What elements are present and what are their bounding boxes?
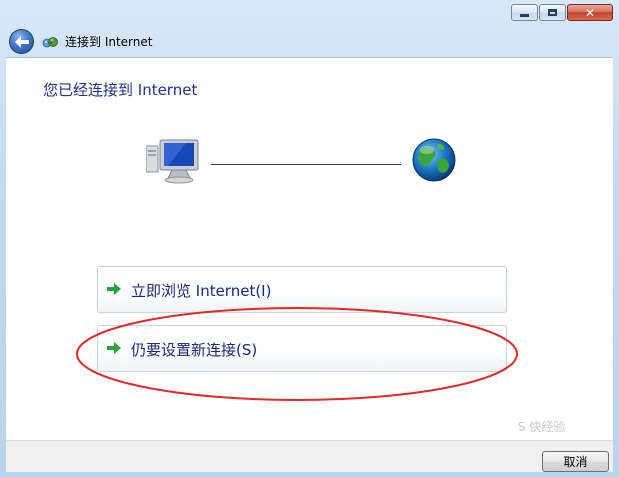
navigation-bar: 连接到 Internet — [0, 26, 619, 56]
close-button[interactable]: ✕ — [567, 4, 613, 21]
page-heading: 您已经连接到 Internet — [43, 81, 198, 99]
browse-internet-label: 立即浏览 Internet(I) — [131, 282, 272, 300]
back-button[interactable] — [9, 29, 34, 54]
setup-new-connection-link[interactable]: 仍要设置新连接(S) — [97, 325, 507, 372]
green-arrow-icon — [107, 283, 121, 295]
cancel-button[interactable]: 取消 — [542, 451, 609, 472]
setup-new-connection-label: 仍要设置新连接(S) — [131, 341, 258, 359]
watermark: S 快经验 — [518, 418, 565, 435]
maximize-button[interactable] — [539, 4, 566, 21]
minimize-button[interactable] — [511, 4, 538, 21]
browse-internet-link[interactable]: 立即浏览 Internet(I) — [97, 266, 507, 313]
computer-icon — [146, 139, 199, 184]
connection-line — [211, 164, 401, 165]
globe-icon — [412, 138, 456, 182]
content-panel: 您已经连接到 Internet 立即浏览 Internet(I) 仍要设置新连接… — [6, 57, 613, 441]
window-frame: ✕ 连接到 Internet 您已经连接到 Internet 立即浏览 Inte… — [0, 0, 619, 477]
window-title: 连接到 Internet — [65, 35, 153, 49]
back-arrow-icon — [14, 35, 29, 48]
maximize-icon — [548, 9, 557, 16]
network-icon — [42, 37, 58, 48]
green-arrow-icon — [107, 342, 121, 354]
caption-buttons: ✕ — [511, 4, 613, 21]
minimize-icon — [520, 13, 529, 17]
dialog-footer: 取消 — [6, 440, 613, 472]
close-icon: ✕ — [584, 5, 596, 20]
watermark-text: S 快经验 — [518, 420, 566, 434]
